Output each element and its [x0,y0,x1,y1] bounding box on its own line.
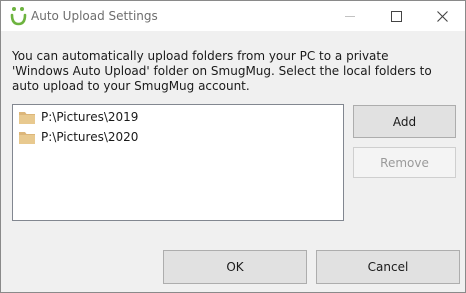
minimize-icon [345,15,355,17]
minimize-button[interactable] [327,1,373,31]
maximize-icon [390,10,402,22]
title-bar[interactable]: Auto Upload Settings [1,1,465,31]
folder-icon [19,131,35,144]
folder-path: P:\Pictures\2020 [41,130,139,144]
folder-path: P:\Pictures\2019 [41,110,139,124]
maximize-button[interactable] [373,1,419,31]
close-button[interactable] [419,1,465,31]
instructions-text: You can automatically upload folders fro… [12,49,432,93]
auto-upload-settings-dialog: Auto Upload Settings You can automatical… [0,0,466,293]
folder-list[interactable]: P:\Pictures\2019 P:\Pictures\2020 [12,104,344,221]
folder-icon [19,111,35,124]
add-button[interactable]: Add [353,105,456,138]
cancel-button[interactable]: Cancel [316,250,460,284]
folder-list-item[interactable]: P:\Pictures\2020 [19,129,138,145]
folder-list-item[interactable]: P:\Pictures\2019 [19,109,138,125]
smugmug-logo-icon [10,7,27,26]
window-title: Auto Upload Settings [31,9,158,23]
remove-button[interactable]: Remove [353,147,456,178]
close-icon [436,10,448,22]
ok-button[interactable]: OK [163,250,307,284]
